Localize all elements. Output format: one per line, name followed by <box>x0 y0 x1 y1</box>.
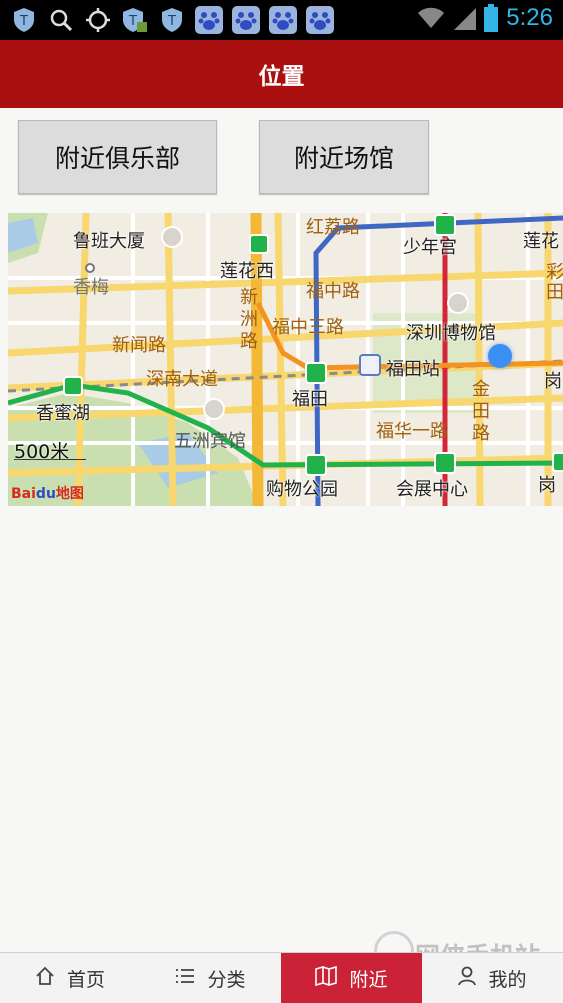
baidu-logo-text: Bai <box>11 486 36 502</box>
nearby-venues-button[interactable]: 附近场馆 <box>259 120 429 194</box>
map-label: 岗 <box>538 475 556 496</box>
current-location-marker[interactable] <box>488 344 512 368</box>
nav-label: 首页 <box>66 968 105 991</box>
shield-icon: T <box>10 6 38 34</box>
search-icon <box>47 6 75 34</box>
map-label: 少年宫 <box>403 237 457 258</box>
clock: 5:26 <box>506 4 553 31</box>
map-label: 金田路 <box>472 379 490 444</box>
map-label: 福中路 <box>306 281 360 302</box>
baidu-logo-suffix: 地图 <box>55 486 84 502</box>
baidu-paw-icon <box>232 6 260 34</box>
map-label: 新洲路 <box>240 287 258 352</box>
list-icon <box>175 967 195 990</box>
map-label: 鲁班大厦 <box>73 231 145 252</box>
wifi-icon <box>418 7 445 28</box>
nav-label: 分类 <box>207 968 246 991</box>
map-label: 彩田 <box>546 262 563 303</box>
baidu-paw-icon <box>306 6 334 34</box>
map-label: 莲花 <box>523 231 559 252</box>
map-book-icon <box>315 965 338 991</box>
map-label: 红荔路 <box>306 217 360 238</box>
nav-label: 附近 <box>349 968 388 991</box>
person-icon <box>458 966 477 991</box>
map-label: 香蜜湖 <box>36 403 90 424</box>
bottom-nav: 首页 分类 附近 我的 <box>0 952 563 1003</box>
map-label: 莲花西 <box>220 261 274 282</box>
map-label: 福华一路 <box>376 421 448 442</box>
page-title: 位置 <box>258 64 305 90</box>
map-label: 香梅 <box>73 277 109 298</box>
map-label: 深圳博物馆 <box>406 323 496 344</box>
map-label: 购物公园 <box>266 479 338 500</box>
svg-text:T: T <box>19 14 28 29</box>
baidu-paw-icon <box>195 6 223 34</box>
app-header: 位置 <box>0 40 563 108</box>
battery-icon <box>484 4 499 32</box>
map-label: 五洲宾馆 <box>174 431 246 452</box>
status-bar: T T T 5:26 <box>0 0 563 40</box>
shield-grid-icon: T <box>121 6 149 34</box>
system-status: 5:26 <box>416 4 553 32</box>
baidu-map-logo: Baidu地图 <box>11 483 84 503</box>
map-label: 新闻路 <box>112 335 166 356</box>
nav-item-category[interactable]: 分类 <box>140 953 281 1003</box>
map-label: 福田 <box>292 389 328 410</box>
nav-label: 我的 <box>488 968 527 991</box>
nav-item-nearby[interactable]: 附近 <box>281 953 422 1003</box>
gps-icon <box>84 6 112 34</box>
map-label: 会展中心 <box>396 479 468 500</box>
svg-text:T: T <box>128 14 137 29</box>
baidu-logo-du: du <box>35 486 56 502</box>
notification-icons: T T T <box>10 6 334 34</box>
map-label: 福田站 <box>386 359 440 380</box>
home-icon <box>35 966 55 991</box>
nearby-clubs-button[interactable]: 附近俱乐部 <box>18 120 217 194</box>
map-label: 深南大道 <box>146 369 218 390</box>
map-canvas <box>8 213 563 506</box>
svg-text:T: T <box>167 14 176 29</box>
map-label: 福中三路 <box>272 317 344 338</box>
map-label: 岗 <box>544 371 562 392</box>
nav-item-home[interactable]: 首页 <box>0 953 140 1003</box>
shield-icon: T <box>158 6 186 34</box>
signal-icon <box>454 8 477 30</box>
nav-item-mine[interactable]: 我的 <box>422 953 563 1003</box>
map-scale: 500米 <box>14 437 86 463</box>
baidu-paw-icon <box>269 6 297 34</box>
map-view[interactable]: 鲁班大厦 香梅 莲花西 红荔路 少年宫 莲花 彩田 新洲路 福中路 福中三路 深… <box>8 213 563 506</box>
